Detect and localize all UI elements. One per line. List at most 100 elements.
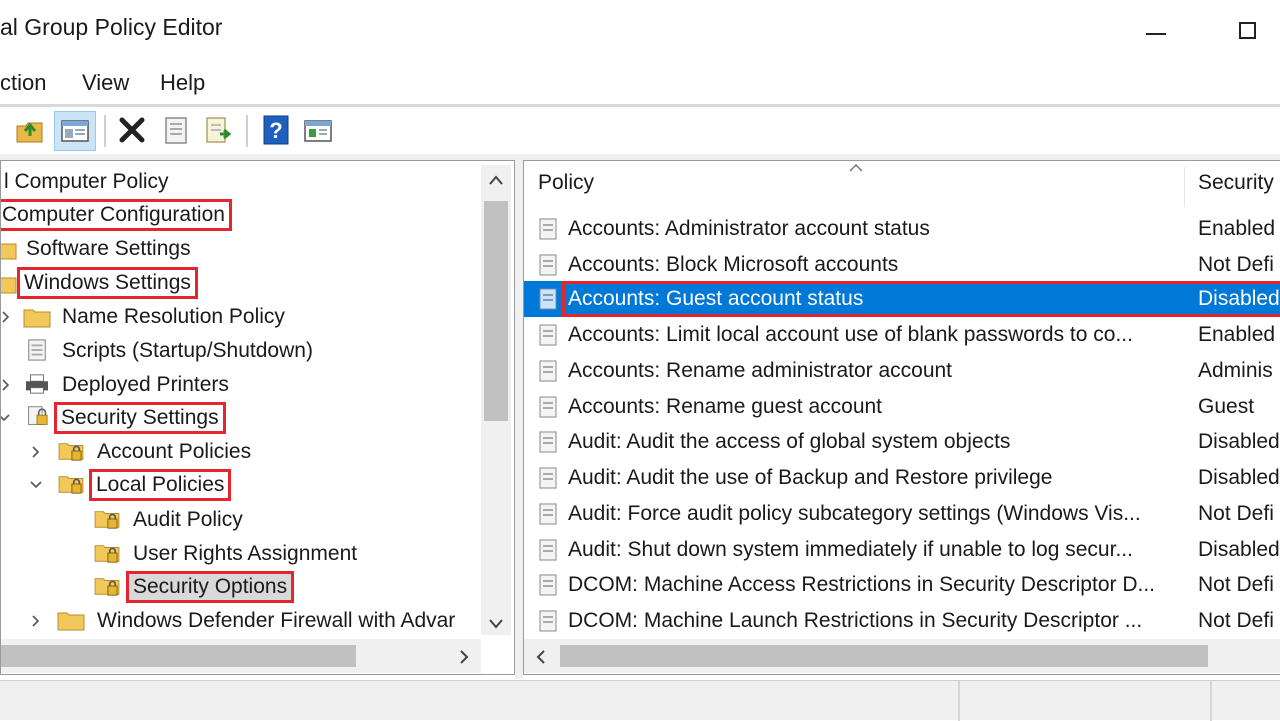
scroll-thumb[interactable] bbox=[1, 645, 356, 667]
scroll-thumb[interactable] bbox=[560, 645, 1208, 667]
pane-splitter[interactable] bbox=[515, 154, 523, 679]
tree-item-local-policies[interactable]: Local Policies bbox=[1, 465, 232, 505]
scroll-left-icon[interactable] bbox=[534, 649, 548, 665]
tree-item-label: l Computer Policy bbox=[4, 170, 169, 193]
help-icon[interactable]: ? bbox=[260, 114, 292, 146]
policy-name: Accounts: Limit local account use of bla… bbox=[568, 323, 1133, 346]
locked-folder-icon bbox=[58, 476, 84, 494]
tree-item-name-resolution-policy[interactable]: Name Resolution Policy bbox=[1, 300, 288, 334]
tree-item-account-policies[interactable]: Account Policies bbox=[1, 435, 254, 469]
column-header-policy[interactable]: Policy bbox=[538, 171, 594, 211]
scroll-right-icon[interactable] bbox=[457, 649, 471, 665]
tree-item-windows-settings[interactable]: Windows Settings bbox=[1, 263, 198, 303]
tree-item-deployed-printers[interactable]: Deployed Printers bbox=[1, 368, 232, 402]
folder-icon bbox=[1, 243, 17, 260]
list-row[interactable]: DCOM: Machine Access Restrictions in Sec… bbox=[524, 567, 1280, 603]
tree-item-local-computer-policy[interactable]: l Computer Policy bbox=[1, 165, 172, 199]
locked-folder-icon bbox=[94, 578, 120, 596]
show-hide-tree-button[interactable] bbox=[54, 111, 96, 151]
export-list-icon[interactable] bbox=[202, 114, 234, 146]
locked-folder-icon bbox=[58, 443, 84, 461]
toolbar-separator bbox=[246, 115, 248, 147]
list-row[interactable]: Audit: Audit the use of Backup and Resto… bbox=[524, 460, 1280, 496]
tree-item-computer-configuration[interactable]: Computer Configuration bbox=[1, 195, 232, 235]
policy-icon bbox=[539, 503, 557, 525]
security-setting: Not Defi bbox=[1198, 573, 1274, 596]
menu-action[interactable]: ction bbox=[0, 70, 46, 96]
console-view-icon[interactable] bbox=[302, 114, 334, 146]
printer-icon bbox=[26, 374, 48, 394]
security-setting: Enabled bbox=[1198, 323, 1276, 346]
maximize-icon bbox=[1239, 22, 1256, 39]
menu-view[interactable]: View bbox=[82, 70, 129, 96]
policy-name: Audit: Shut down system immediately if u… bbox=[568, 538, 1133, 561]
list-row[interactable]: Accounts: Administrator account status E… bbox=[524, 211, 1280, 247]
maximize-button[interactable] bbox=[1218, 12, 1278, 52]
list-row[interactable]: Accounts: Limit local account use of bla… bbox=[524, 317, 1280, 353]
scripts-icon bbox=[28, 339, 46, 361]
delete-icon[interactable] bbox=[116, 114, 148, 146]
policy-icon bbox=[539, 467, 557, 489]
tree-item-security-settings[interactable]: Security Settings bbox=[1, 398, 226, 438]
tree-item-software-settings[interactable]: Software Settings bbox=[1, 232, 194, 266]
tree-item-scripts[interactable]: Scripts (Startup/Shutdown) bbox=[1, 334, 316, 368]
chevron-right-icon[interactable] bbox=[0, 308, 15, 326]
policy-name: Accounts: Rename administrator account bbox=[568, 359, 953, 382]
up-folder-icon[interactable] bbox=[14, 114, 46, 146]
policy-name: Accounts: Administrator account status bbox=[568, 217, 930, 240]
column-divider[interactable] bbox=[1184, 167, 1185, 207]
column-header-security-setting[interactable]: Security bbox=[1198, 171, 1274, 211]
list-row-selected[interactable]: Accounts: Guest account status Disabled bbox=[524, 281, 1280, 317]
status-bar bbox=[0, 680, 1280, 721]
list-row[interactable]: Audit: Force audit policy subcategory se… bbox=[524, 496, 1280, 532]
tree-item-label: Computer Configuration bbox=[1, 199, 232, 231]
tree-item-label: Security Settings bbox=[54, 402, 226, 434]
svg-text:?: ? bbox=[269, 118, 282, 143]
toolbar-separator bbox=[104, 115, 106, 147]
title-bar: al Group Policy Editor bbox=[0, 0, 1280, 66]
menu-help[interactable]: Help bbox=[160, 70, 205, 96]
chevron-right-icon[interactable] bbox=[27, 443, 45, 461]
scroll-down-icon[interactable] bbox=[488, 617, 504, 631]
security-setting: Disabled bbox=[1198, 466, 1280, 489]
scroll-thumb[interactable] bbox=[484, 201, 508, 421]
list-row[interactable]: DCOM: Machine Launch Restrictions in Sec… bbox=[524, 603, 1280, 639]
policy-icon bbox=[539, 324, 557, 346]
tree-item-label: Audit Policy bbox=[133, 508, 243, 531]
chevron-right-icon[interactable] bbox=[27, 612, 45, 630]
list-row[interactable]: Audit: Audit the access of global system… bbox=[524, 424, 1280, 460]
minimize-icon bbox=[1146, 33, 1166, 35]
policy-icon bbox=[539, 396, 557, 418]
policy-icon bbox=[539, 610, 557, 632]
menu-bar: ction View Help bbox=[0, 64, 1280, 104]
tree-item-user-rights-assignment[interactable]: User Rights Assignment bbox=[1, 537, 360, 571]
properties-icon[interactable] bbox=[160, 114, 192, 146]
tree-item-audit-policy[interactable]: Audit Policy bbox=[1, 503, 246, 537]
tree-vertical-scrollbar[interactable] bbox=[481, 165, 511, 635]
security-setting: Not Defi bbox=[1198, 609, 1274, 632]
list-row[interactable]: Audit: Shut down system immediately if u… bbox=[524, 532, 1280, 568]
minimize-button[interactable] bbox=[1124, 12, 1184, 52]
list-row[interactable]: Accounts: Rename guest account Guest bbox=[524, 389, 1280, 425]
security-setting: Disabled bbox=[1198, 287, 1280, 310]
policy-icon bbox=[539, 254, 557, 276]
policy-name: DCOM: Machine Launch Restrictions in Sec… bbox=[568, 609, 1143, 632]
policy-name: Accounts: Rename guest account bbox=[568, 395, 883, 418]
tree-item-label: Local Policies bbox=[89, 469, 232, 501]
tree-horizontal-scrollbar[interactable] bbox=[1, 639, 481, 673]
chevron-right-icon[interactable] bbox=[0, 376, 15, 394]
chevron-down-icon[interactable] bbox=[0, 409, 13, 427]
list-row[interactable]: Accounts: Block Microsoft accounts Not D… bbox=[524, 247, 1280, 283]
tree-item-windows-defender-firewall[interactable]: Windows Defender Firewall with Advar bbox=[1, 604, 458, 638]
details-pane: Policy Security Accounts: Administrator … bbox=[523, 160, 1280, 675]
policy-name: Audit: Force audit policy subcategory se… bbox=[568, 502, 1141, 525]
show-hide-tree-icon bbox=[61, 120, 89, 142]
policy-icon bbox=[539, 574, 557, 596]
details-horizontal-scrollbar[interactable] bbox=[524, 639, 1280, 673]
column-header-row: Policy Security bbox=[524, 161, 1280, 211]
list-row[interactable]: Accounts: Rename administrator account A… bbox=[524, 353, 1280, 389]
tree-item-label: Windows Defender Firewall with Advar bbox=[97, 609, 456, 632]
tree-item-security-options[interactable]: Security Options bbox=[1, 567, 295, 607]
scroll-up-icon[interactable] bbox=[488, 173, 504, 187]
chevron-down-icon[interactable] bbox=[27, 476, 45, 494]
